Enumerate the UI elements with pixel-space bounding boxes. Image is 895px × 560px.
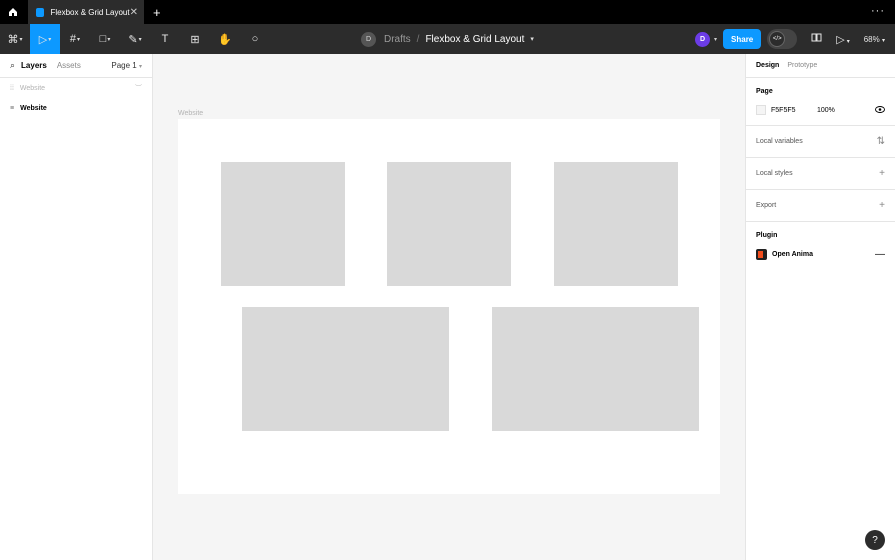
search-icon[interactable]: ⌕ bbox=[10, 60, 15, 71]
hand-tool-button[interactable]: ✋ bbox=[210, 24, 240, 54]
move-tool-button[interactable]: ▷ ▾ bbox=[30, 24, 60, 54]
chevron-down-icon: ▾ bbox=[881, 37, 885, 44]
layers-panel: ⌕ Layers Assets Page 1 ▾ ⁞⁞ Website ︶ ≡ … bbox=[0, 54, 153, 560]
resources-icon: ⊞ bbox=[190, 33, 200, 46]
add-style-icon[interactable]: + bbox=[879, 168, 885, 179]
file-name[interactable]: Flexbox & Grid Layout bbox=[425, 34, 524, 45]
code-icon: </> bbox=[769, 31, 786, 47]
chevron-down-icon: ▾ bbox=[107, 36, 111, 43]
layer-item[interactable]: ≡ Website bbox=[0, 98, 152, 118]
toolbar-right: D ▾ Share </> ▷ ▾ 68% ▾ bbox=[695, 24, 895, 54]
local-variables-label: Local variables bbox=[756, 138, 803, 145]
file-tab-title: Flexbox & Grid Layout bbox=[50, 7, 130, 17]
chevron-down-icon: ▾ bbox=[19, 36, 23, 43]
file-tab[interactable]: Flexbox & Grid Layout ✕ bbox=[28, 0, 144, 24]
text-tool-button[interactable]: T bbox=[150, 24, 180, 54]
breadcrumb-folder[interactable]: Drafts bbox=[384, 34, 411, 45]
more-options-icon[interactable]: ··· bbox=[871, 5, 885, 17]
anima-plugin-icon bbox=[756, 249, 767, 260]
present-play-icon[interactable]: ▷ ▾ bbox=[836, 33, 849, 46]
layers-panel-header: ⌕ Layers Assets Page 1 ▾ bbox=[0, 54, 152, 78]
figma-file-icon bbox=[36, 7, 45, 17]
hand-icon: ✋ bbox=[218, 33, 232, 46]
local-styles-label: Local styles bbox=[756, 170, 793, 177]
chevron-down-icon: ▾ bbox=[77, 36, 81, 43]
chevron-down-icon: ▾ bbox=[846, 38, 850, 45]
figma-logo-icon: ⌘ bbox=[7, 33, 19, 46]
main-menu-button[interactable]: ⌘ ▾ bbox=[0, 24, 30, 54]
variables-icon[interactable]: ⇅ bbox=[877, 136, 885, 147]
collapse-icon[interactable]: ︶ bbox=[135, 83, 142, 93]
export-label: Export bbox=[756, 202, 777, 209]
home-icon[interactable] bbox=[0, 0, 26, 24]
website-frame[interactable] bbox=[178, 119, 720, 494]
chevron-down-icon: ▾ bbox=[48, 36, 52, 43]
breadcrumb-separator: / bbox=[416, 33, 420, 45]
layer-item-label: Website bbox=[20, 104, 47, 112]
page-item-label: Website bbox=[19, 84, 46, 92]
share-button[interactable]: Share bbox=[723, 29, 762, 49]
add-export-icon[interactable]: + bbox=[879, 200, 885, 211]
design-panel-tabs: Design Prototype bbox=[746, 54, 895, 78]
page-selector-label: Page 1 bbox=[111, 61, 137, 70]
pen-tool-button[interactable]: ✎ ▾ bbox=[120, 24, 150, 54]
zoom-level[interactable]: 68% ▾ bbox=[864, 35, 885, 44]
plugin-section: Plugin Open Anima — bbox=[746, 222, 895, 270]
comment-tool-button[interactable]: ○ bbox=[240, 24, 270, 54]
page-list-item[interactable]: ⁞⁞ Website ︶ bbox=[0, 78, 152, 98]
chevron-down-icon[interactable]: ▾ bbox=[714, 36, 717, 43]
plugin-name: Open Anima bbox=[772, 251, 813, 258]
chevron-down-icon[interactable]: ▾ bbox=[530, 35, 534, 43]
tab-design[interactable]: Design bbox=[756, 62, 779, 69]
breadcrumb: D Drafts / Flexbox & Grid Layout ▾ bbox=[361, 24, 534, 54]
canvas[interactable]: Website bbox=[153, 54, 745, 560]
dev-mode-toggle[interactable]: </> bbox=[767, 29, 798, 49]
grid-item[interactable] bbox=[492, 307, 699, 431]
chevron-down-icon: ▾ bbox=[138, 64, 142, 70]
eye-icon[interactable] bbox=[875, 105, 885, 115]
color-swatch[interactable] bbox=[756, 105, 766, 115]
text-icon: T bbox=[161, 33, 169, 45]
design-panel: Design Prototype Page F5F5F5 100% Local … bbox=[745, 54, 895, 560]
cursor-icon: ▷ bbox=[38, 33, 48, 46]
zoom-value: 68% bbox=[863, 34, 880, 44]
page-section: Page F5F5F5 100% bbox=[746, 78, 895, 126]
grid-item[interactable] bbox=[221, 162, 345, 286]
local-styles-section[interactable]: Local styles + bbox=[746, 158, 895, 190]
resources-button[interactable]: ⊞ bbox=[180, 24, 210, 54]
grid-item[interactable] bbox=[554, 162, 678, 286]
user-avatar[interactable]: D bbox=[695, 31, 710, 47]
remove-plugin-icon[interactable]: — bbox=[875, 249, 885, 260]
close-tab-icon[interactable]: ✕ bbox=[130, 7, 138, 18]
frame-tool-button[interactable]: # ▾ bbox=[60, 24, 90, 54]
frame-icon: ⁞⁞ bbox=[10, 84, 14, 92]
page-opacity-input[interactable]: 100% bbox=[817, 107, 835, 114]
plugin-item[interactable]: Open Anima — bbox=[756, 249, 885, 260]
frame-label[interactable]: Website bbox=[178, 110, 203, 117]
tab-layers[interactable]: Layers bbox=[21, 61, 47, 70]
rectangle-icon: □ bbox=[99, 33, 107, 45]
frame-layout-icon: ≡ bbox=[10, 104, 15, 112]
tab-assets[interactable]: Assets bbox=[57, 61, 81, 70]
page-section-title: Page bbox=[756, 88, 773, 95]
frame-icon: # bbox=[69, 33, 77, 45]
page-fill-row: F5F5F5 100% bbox=[756, 105, 885, 115]
grid-item[interactable] bbox=[387, 162, 511, 286]
grid-item[interactable] bbox=[242, 307, 449, 431]
page-color-input[interactable]: F5F5F5 bbox=[771, 107, 817, 114]
plugin-section-title: Plugin bbox=[756, 232, 778, 239]
help-button[interactable]: ? bbox=[865, 530, 885, 550]
team-avatar[interactable]: D bbox=[361, 31, 376, 47]
book-icon[interactable] bbox=[811, 33, 822, 45]
page-selector[interactable]: Page 1 ▾ bbox=[111, 61, 142, 70]
tab-bar: Flexbox & Grid Layout ✕ + ··· bbox=[0, 0, 895, 24]
export-section[interactable]: Export + bbox=[746, 190, 895, 222]
chevron-down-icon: ▾ bbox=[138, 36, 142, 43]
local-variables-section[interactable]: Local variables ⇅ bbox=[746, 126, 895, 158]
comment-icon: ○ bbox=[251, 33, 259, 45]
new-tab-button[interactable]: + bbox=[153, 5, 161, 20]
shape-tool-button[interactable]: □ ▾ bbox=[90, 24, 120, 54]
tab-prototype[interactable]: Prototype bbox=[787, 62, 817, 69]
pen-icon: ✎ bbox=[128, 33, 138, 46]
